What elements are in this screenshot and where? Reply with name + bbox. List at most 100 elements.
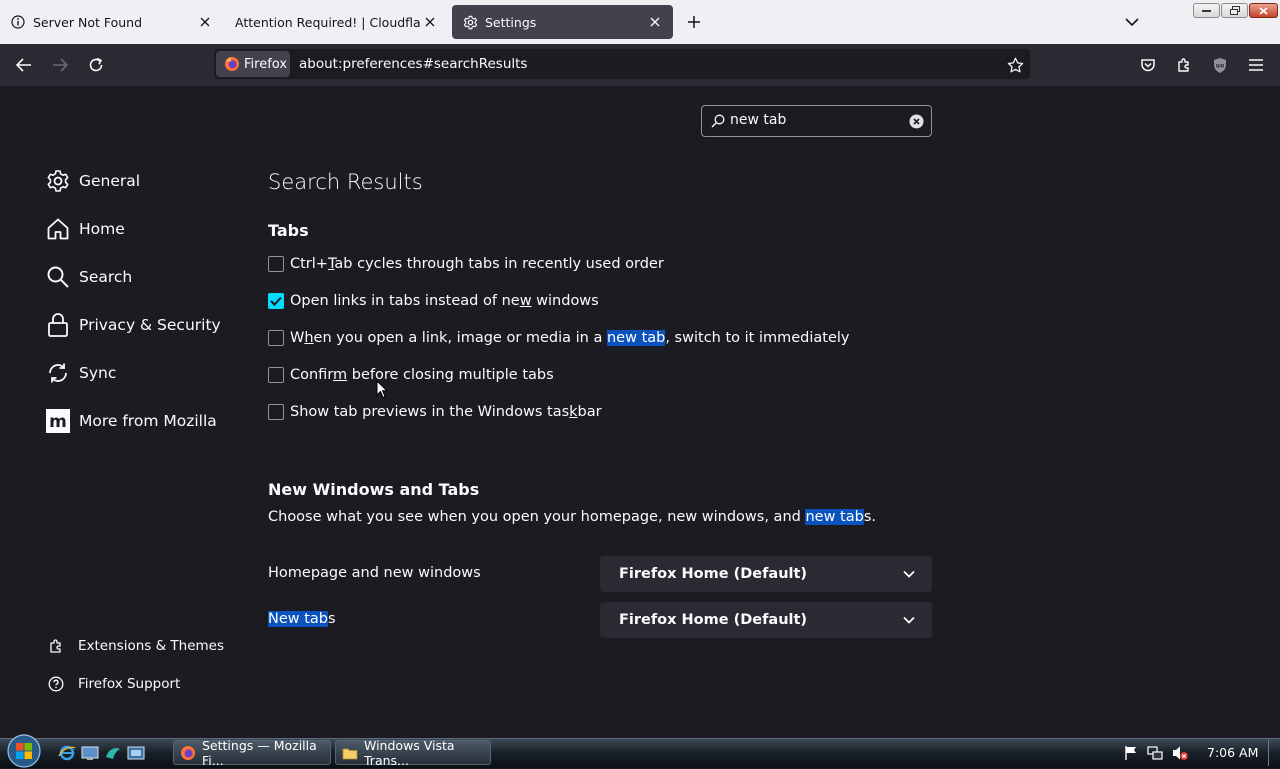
pocket-button[interactable] — [1134, 51, 1162, 79]
puzzle-icon — [1178, 58, 1189, 72]
back-button[interactable] — [10, 51, 38, 79]
search-highlight: new tab — [606, 330, 666, 346]
sync-icon — [45, 360, 71, 386]
chevron-down-icon — [903, 616, 915, 624]
option-label: Show tab previews in the Windows taskbar — [290, 404, 602, 420]
shield-icon: uo — [1214, 57, 1226, 73]
checkbox[interactable] — [268, 404, 284, 420]
forward-arrow-icon — [53, 58, 68, 72]
bookmark-star-button[interactable] — [1001, 51, 1029, 79]
app-menu-button[interactable] — [1242, 51, 1270, 79]
tab-title: Server Not Found — [33, 14, 143, 30]
action-center-flag-icon[interactable] — [1123, 745, 1139, 761]
preferences-search-box[interactable] — [701, 105, 932, 137]
internet-explorer-icon[interactable] — [58, 744, 76, 762]
tab-strip: Server Not Found Attention Required! | C… — [0, 0, 1280, 44]
reload-icon — [89, 57, 103, 72]
sidebar-item-label: Home — [79, 220, 125, 238]
close-window-button[interactable] — [1249, 3, 1278, 18]
sidebar-item-label: Sync — [79, 364, 117, 382]
reload-button[interactable] — [82, 51, 110, 79]
footer-link-label: Extensions & Themes — [78, 638, 225, 654]
close-tab-icon[interactable] — [645, 12, 665, 32]
url-text[interactable]: about:preferences#searchResults — [299, 56, 527, 72]
option-open-links-in-tabs[interactable]: Open links in tabs instead of new window… — [268, 291, 599, 311]
taskbar-clock[interactable]: 7:06 AM — [1207, 745, 1258, 760]
new-windows-description: Choose what you see when you open your h… — [268, 509, 876, 525]
homepage-select[interactable]: Firefox Home (Default) — [600, 556, 932, 592]
start-button[interactable] — [4, 733, 44, 769]
select-value: Firefox Home (Default) — [619, 612, 808, 628]
list-all-tabs-button[interactable] — [1122, 12, 1142, 32]
taskbar-task-firefox[interactable]: Settings — Mozilla Fi... — [173, 738, 331, 768]
sidebar-item-sync[interactable]: Sync — [45, 359, 116, 387]
sidebar-item-privacy-security[interactable]: Privacy & Security — [45, 311, 221, 339]
checkbox[interactable] — [268, 256, 284, 272]
gear-icon — [462, 14, 478, 30]
search-highlight: new tab — [805, 509, 864, 525]
minimize-icon — [1202, 9, 1211, 12]
show-desktop-strip[interactable] — [1268, 740, 1279, 766]
checkbox[interactable] — [268, 293, 284, 309]
option-ctrl-tab-cycle[interactable]: Ctrl+Tab cycles through tabs in recently… — [268, 254, 664, 274]
chevron-down-icon — [903, 570, 915, 578]
checkbox[interactable] — [268, 367, 284, 383]
select-value: Firefox Home (Default) — [619, 566, 808, 582]
clear-search-icon[interactable] — [909, 114, 924, 129]
network-icon[interactable] — [1147, 745, 1163, 761]
tab-cloudflare[interactable]: Attention Required! | Cloudflare — [225, 0, 448, 44]
homepage-new-windows-label: Homepage and new windows — [268, 565, 481, 581]
tab-server-not-found[interactable]: Server Not Found — [0, 0, 223, 44]
sidebar-item-label: General — [79, 172, 141, 190]
tabs-section-heading: Tabs — [268, 221, 309, 240]
minimize-button[interactable] — [1193, 3, 1220, 18]
page-title: Search Results — [268, 170, 423, 194]
sidebar-item-home[interactable]: Home — [45, 215, 125, 243]
volume-muted-icon[interactable] — [1171, 745, 1189, 761]
close-tab-icon[interactable] — [195, 12, 215, 32]
search-highlight: New tab — [268, 611, 329, 627]
footer-link-label: Firefox Support — [78, 676, 181, 692]
identity-label: Firefox — [244, 56, 288, 72]
sidebar-item-label: Search — [79, 268, 133, 286]
tab-title: Settings — [485, 14, 537, 30]
restore-button[interactable] — [1221, 3, 1248, 18]
show-desktop-icon[interactable] — [81, 745, 99, 761]
checkbox[interactable] — [268, 330, 284, 346]
svg-text:uo: uo — [1216, 62, 1224, 69]
lock-icon — [45, 312, 71, 338]
switch-windows-icon[interactable] — [104, 745, 122, 761]
windows-logo-icon — [7, 734, 41, 768]
new-tab-button[interactable] — [684, 12, 704, 32]
tab-title: Attention Required! | Cloudflare — [235, 14, 420, 30]
checkmark-icon — [270, 296, 282, 306]
forward-button[interactable] — [46, 51, 74, 79]
sidebar-item-search[interactable]: Search — [45, 263, 132, 291]
media-player-icon[interactable] — [127, 745, 145, 761]
option-switch-to-new-tab[interactable]: When you open a link, image or media in … — [268, 328, 849, 348]
new-tabs-select[interactable]: Firefox Home (Default) — [600, 602, 932, 638]
help-icon — [47, 675, 65, 693]
option-label: Confirm before closing multiple tabs — [290, 367, 554, 383]
close-tab-icon[interactable] — [420, 12, 440, 32]
taskbar-task-folder[interactable]: Windows Vista Trans... — [335, 738, 491, 768]
firefox-support-link[interactable]: Firefox Support — [47, 673, 180, 695]
sidebar-item-more-from-mozilla[interactable]: m More from Mozilla — [45, 407, 217, 435]
sidebar-item-general[interactable]: General — [45, 167, 140, 195]
option-label: Ctrl+Tab cycles through tabs in recently… — [290, 256, 664, 272]
tab-settings[interactable]: Settings — [452, 5, 673, 39]
option-confirm-closing-tabs[interactable]: Confirm before closing multiple tabs — [268, 365, 554, 385]
mozilla-icon: m — [45, 408, 71, 434]
ublock-button[interactable]: uo — [1206, 51, 1234, 79]
extensions-button[interactable] — [1170, 51, 1198, 79]
restore-icon — [1229, 6, 1240, 15]
identity-box[interactable]: Firefox — [216, 51, 290, 77]
hamburger-menu-icon — [1249, 59, 1263, 71]
extensions-themes-link[interactable]: Extensions & Themes — [47, 635, 224, 657]
home-icon — [45, 216, 71, 242]
search-input[interactable] — [730, 112, 900, 128]
option-label: Open links in tabs instead of new window… — [290, 293, 599, 309]
star-icon — [1007, 57, 1023, 73]
option-show-tab-previews[interactable]: Show tab previews in the Windows taskbar — [268, 402, 602, 422]
gear-icon — [45, 168, 71, 194]
